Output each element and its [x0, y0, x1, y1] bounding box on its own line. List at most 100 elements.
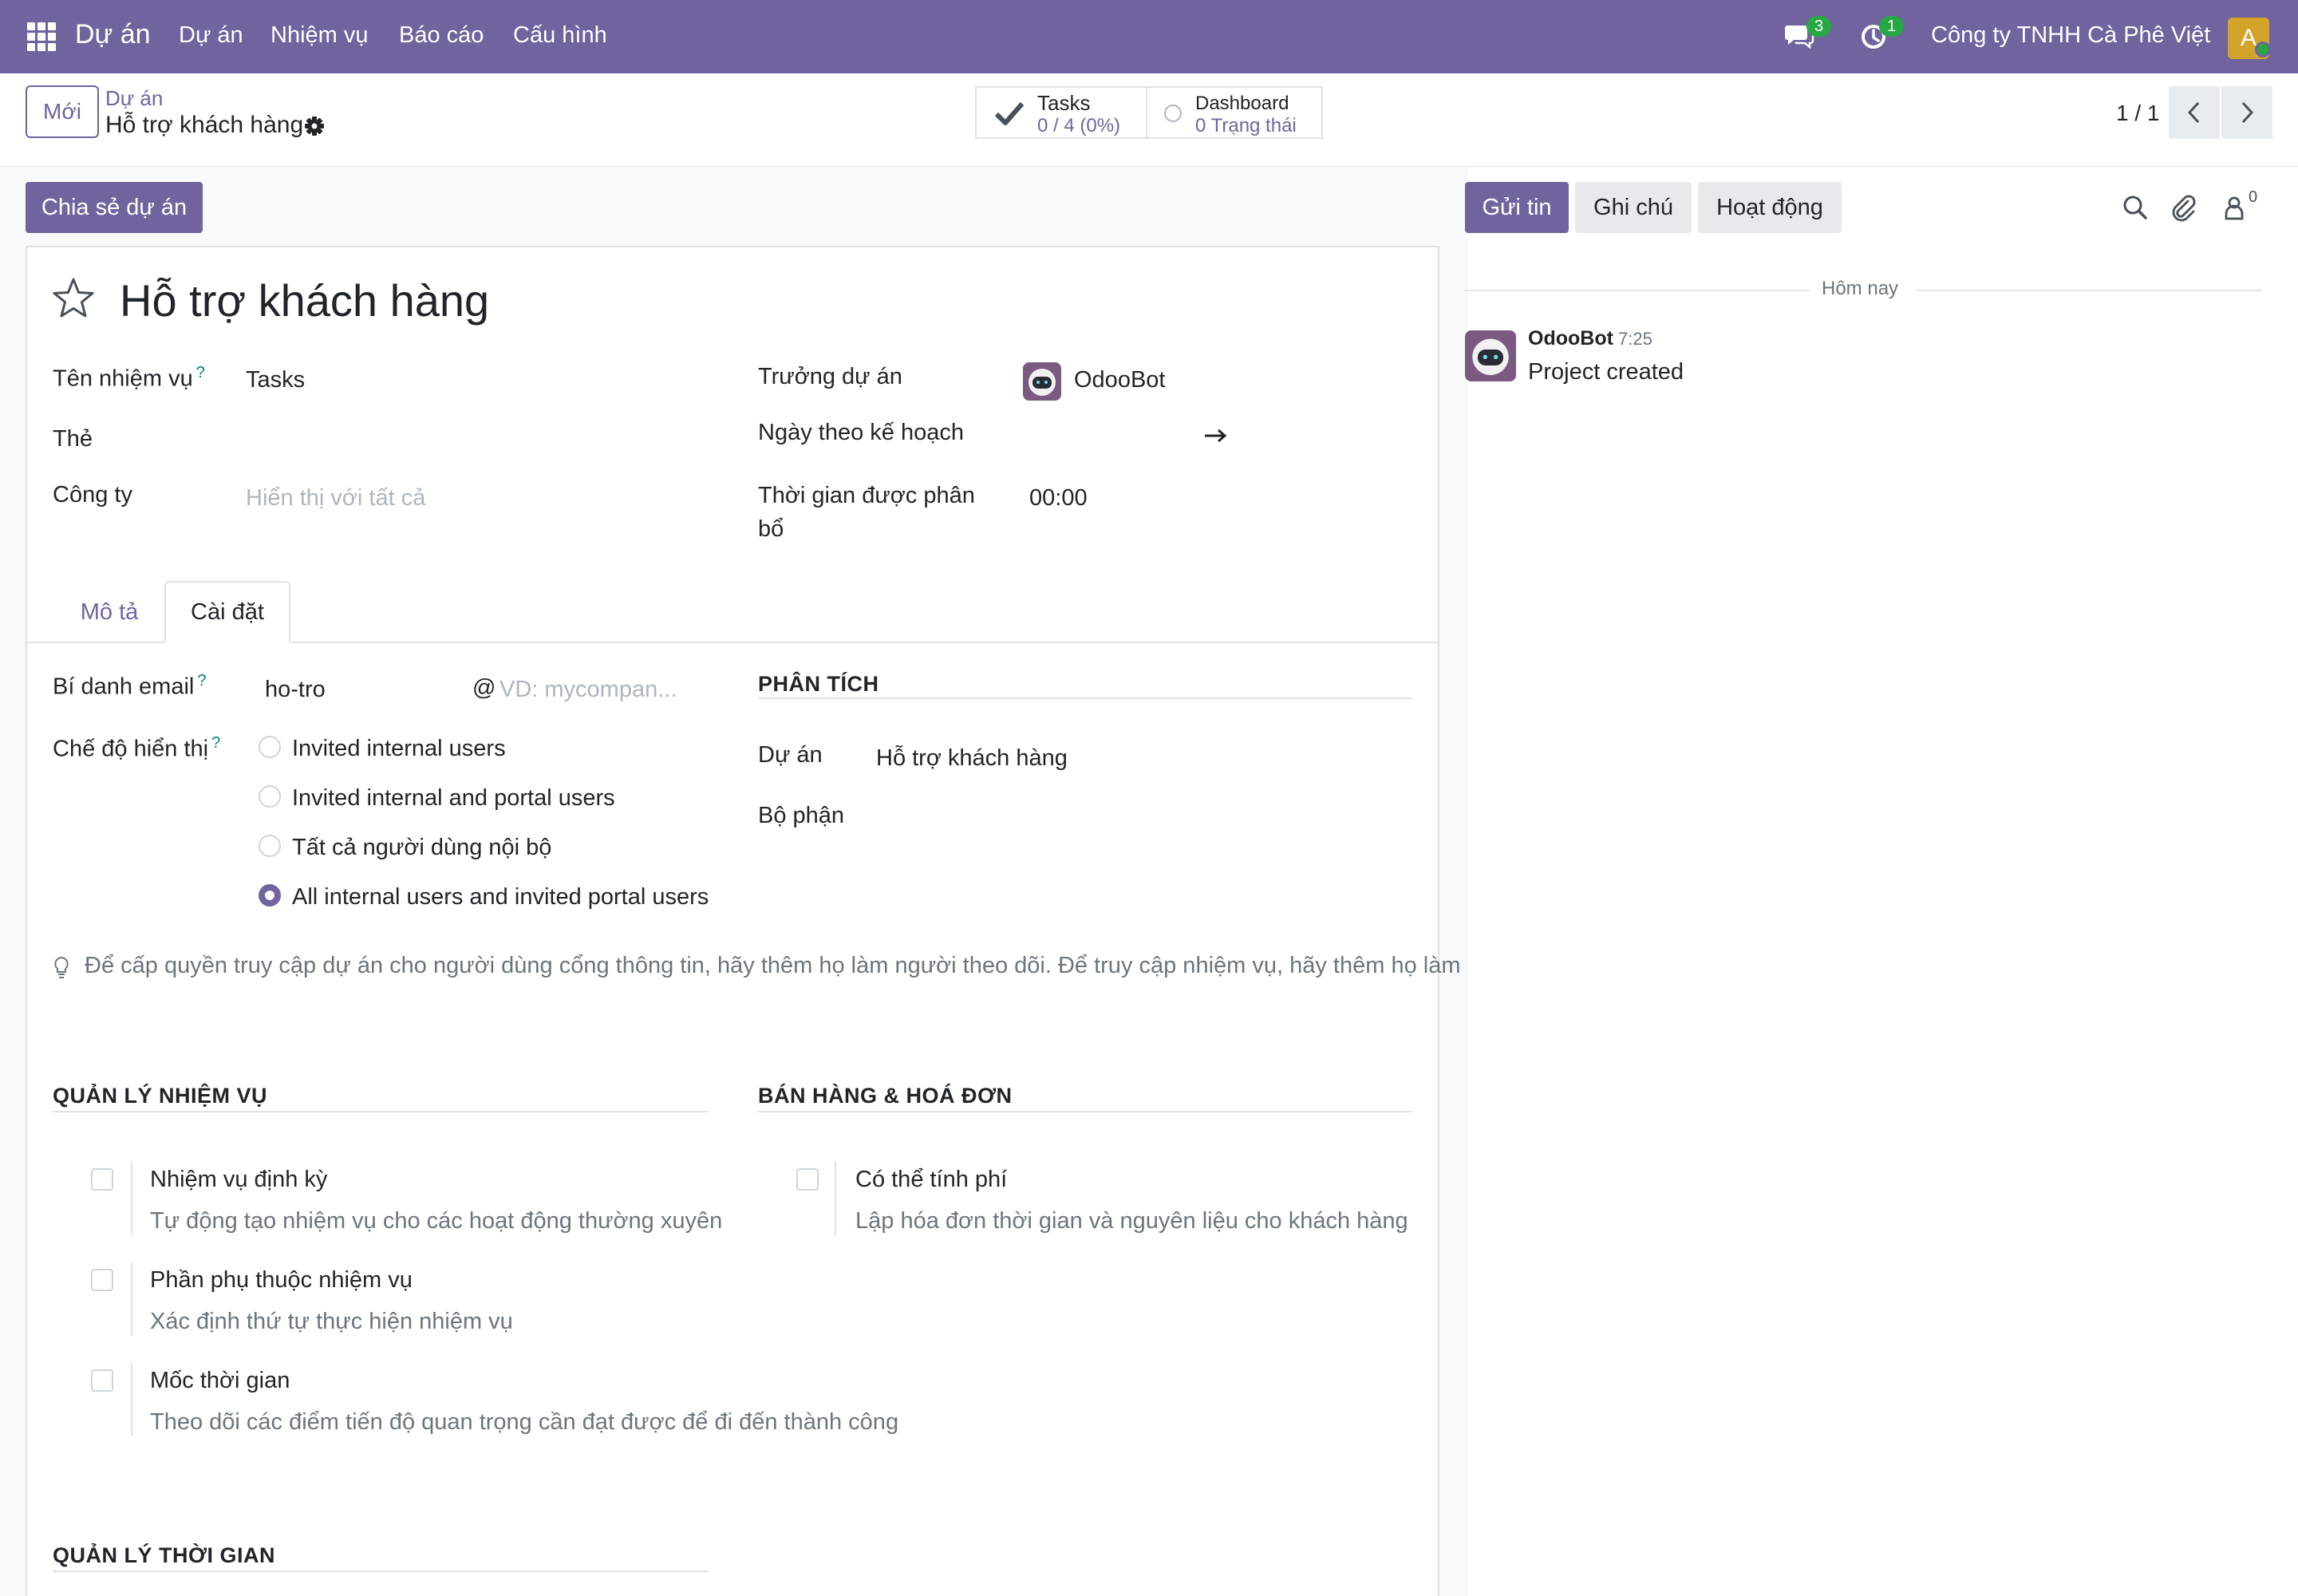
tags-field[interactable] [246, 418, 693, 456]
task-name-label: Tên nhiệm vụ? [53, 364, 205, 392]
message-author-avatar[interactable] [1465, 330, 1516, 381]
billable-title[interactable]: Có thể tính phí [855, 1167, 1007, 1193]
section-divider [53, 1111, 709, 1112]
portal-access-hint: Để cấp quyền truy cập dự án cho người dù… [85, 953, 1461, 978]
email-alias-field[interactable]: ho-tro [265, 677, 326, 703]
odoobot-avatar [1023, 362, 1061, 401]
section-divider [758, 697, 1412, 699]
visibility-radio-invited-internal-portal[interactable] [259, 785, 281, 808]
setting-divider [131, 1162, 132, 1235]
check-icon [994, 102, 1025, 125]
billable-checkbox[interactable] [796, 1168, 819, 1191]
favorite-star-icon[interactable] [51, 276, 96, 321]
followers-count: 0 [2249, 188, 2258, 206]
visibility-radio-invited-internal[interactable] [259, 736, 281, 758]
top-navbar: Dự án Dự án Nhiệm vụ Báo cáo Cấu hình 3 … [0, 0, 2298, 73]
visibility-radio-all-internal[interactable] [259, 835, 281, 857]
email-domain-field[interactable]: VD: mycompan... [499, 677, 677, 703]
message-time: 7:25 [1618, 329, 1652, 349]
task-dependencies-desc: Xác định thứ tự thực hiện nhiệm vụ [150, 1309, 513, 1334]
pager-previous-button[interactable] [2169, 86, 2220, 139]
arrow-right-icon [1205, 429, 1227, 443]
analytic-project-field[interactable]: Hỗ trợ khách hàng [876, 745, 1068, 772]
robot-icon [1023, 362, 1061, 401]
allocated-time-label: Thời gian được phân bổ [758, 483, 975, 542]
followers-icon[interactable] [2220, 192, 2252, 223]
visibility-option-label[interactable]: Invited internal and portal users [292, 785, 615, 812]
help-icon[interactable]: ? [196, 364, 205, 381]
visibility-option-label[interactable]: All internal users and invited portal us… [292, 884, 709, 911]
tasks-stat-value: 0 / 4 (0%) [1037, 115, 1121, 136]
menu-reports[interactable]: Báo cáo [399, 22, 484, 49]
search-icon[interactable] [2119, 192, 2151, 223]
dashboard-stat-value: 0 Trạng thái [1195, 115, 1297, 136]
menu-tasks[interactable]: Nhiệm vụ [270, 22, 369, 49]
project-manager-field[interactable]: OdooBot [1074, 367, 1165, 393]
time-management-title: QUẢN LÝ THỜI GIAN [53, 1543, 276, 1567]
app-brand[interactable]: Dự án [75, 19, 151, 50]
visibility-option-label[interactable]: Tất cả người dùng nội bộ [292, 835, 551, 861]
company-field[interactable]: Hiển thị với tất cả [246, 485, 425, 512]
company-label: Công ty [53, 482, 132, 508]
day-separator-line [1465, 290, 1810, 291]
new-button[interactable]: Mới [26, 85, 99, 138]
breadcrumb-current: Hỗ trợ khách hàng [105, 112, 304, 138]
milestones-checkbox[interactable] [91, 1369, 113, 1392]
paperclip-icon[interactable] [2167, 192, 2199, 223]
visibility-radio-all-internal-invited-portal[interactable] [259, 884, 281, 907]
activities-badge: 1 [1879, 16, 1905, 37]
project-title[interactable]: Hỗ trợ khách hàng [120, 275, 489, 326]
milestones-title[interactable]: Mốc thời gian [150, 1368, 290, 1394]
at-sign: @ [472, 675, 496, 701]
milestones-desc: Theo dõi các điểm tiến độ quan trọng cần… [150, 1409, 899, 1435]
chevron-left-icon [2187, 101, 2200, 124]
task-dependencies-checkbox[interactable] [91, 1269, 113, 1291]
tab-settings[interactable]: Cài đặt [164, 581, 290, 643]
pager-next-button[interactable] [2221, 86, 2272, 139]
department-field[interactable] [876, 798, 1403, 836]
menu-configuration[interactable]: Cấu hình [513, 22, 607, 49]
recurring-tasks-checkbox[interactable] [91, 1168, 113, 1191]
day-separator: Hôm nay [1822, 278, 1899, 299]
help-icon[interactable]: ? [197, 672, 206, 689]
tab-description[interactable]: Mô tả [57, 581, 161, 643]
lightbulb-icon [54, 956, 69, 978]
robot-icon [1465, 330, 1516, 381]
task-management-title: QUẢN LÝ NHIỆM VỤ [53, 1084, 268, 1108]
share-project-button[interactable]: Chia sẻ dự án [26, 182, 203, 233]
task-dependencies-title[interactable]: Phần phụ thuộc nhiệm vụ [150, 1267, 413, 1294]
message-author[interactable]: OdooBot [1528, 327, 1613, 350]
activity-button[interactable]: Hoạt động [1698, 182, 1842, 233]
chevron-right-icon [2241, 101, 2254, 124]
control-panel: Mới Dự án Hỗ trợ khách hàng Tasks 0 / 4 … [0, 73, 2298, 167]
dashboard-stat-title: Dashboard [1195, 93, 1289, 114]
menu-projects[interactable]: Dự án [179, 22, 243, 49]
section-divider [758, 1111, 1412, 1112]
breadcrumb-parent[interactable]: Dự án [105, 86, 163, 111]
tasks-stat-title: Tasks [1037, 91, 1091, 115]
send-message-button[interactable]: Gửi tin [1465, 182, 1569, 233]
project-manager-label: Trưởng dự án [758, 364, 902, 389]
apps-menu-icon[interactable] [27, 22, 56, 51]
dashboard-stat-button[interactable]: Dashboard 0 Trạng thái [1146, 86, 1323, 139]
visibility-option-label[interactable]: Invited internal users [292, 736, 506, 762]
recurring-tasks-desc: Tự động tạo nhiệm vụ cho các hoạt động t… [150, 1208, 723, 1234]
department-label: Bộ phận [758, 803, 845, 828]
messages-badge: 3 [1806, 16, 1832, 37]
analytics-section-title: PHÂN TÍCH [758, 672, 879, 696]
company-switcher[interactable]: Công ty TNHH Cà Phê Việt [1931, 22, 2210, 49]
gear-icon[interactable] [303, 115, 326, 137]
help-icon[interactable]: ? [211, 734, 220, 752]
tasks-stat-button[interactable]: Tasks 0 / 4 (0%) [975, 86, 1147, 139]
recurring-tasks-title[interactable]: Nhiệm vụ định kỳ [150, 1167, 327, 1193]
pager-value[interactable]: 1 / 1 [2116, 101, 2159, 126]
allocated-time-field[interactable]: 00:00 [1029, 485, 1088, 512]
billable-desc: Lập hóa đơn thời gian và nguyên liệu cho… [855, 1208, 1408, 1234]
task-name-field[interactable]: Tasks [246, 367, 305, 393]
section-divider [53, 1570, 709, 1572]
day-separator-line [1917, 290, 2261, 291]
setting-divider [131, 1262, 132, 1336]
analytic-project-label: Dự án [758, 742, 823, 768]
log-note-button[interactable]: Ghi chú [1575, 182, 1692, 233]
email-alias-label: Bí danh email? [53, 672, 207, 700]
